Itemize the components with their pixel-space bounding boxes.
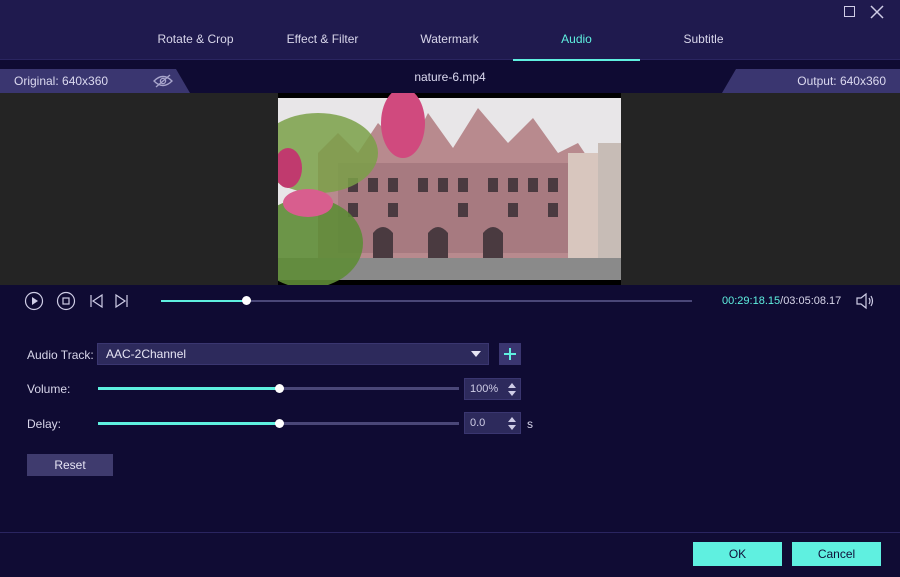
audio-track-value: AAC-2Channel — [106, 347, 187, 361]
tab-effect-filter[interactable]: Effect & Filter — [259, 0, 386, 60]
original-resolution-label: Original: 640x360 — [14, 74, 109, 88]
delay-decrease-icon[interactable] — [508, 425, 516, 430]
video-frame — [278, 93, 621, 285]
next-frame-icon[interactable] — [111, 291, 131, 311]
volume-decrease-icon[interactable] — [508, 391, 516, 396]
plus-icon — [504, 348, 516, 360]
delay-slider[interactable] — [98, 419, 459, 428]
tab-rotate-crop[interactable]: Rotate & Crop — [132, 0, 259, 60]
volume-slider-fill — [98, 387, 279, 390]
play-icon[interactable] — [24, 291, 44, 311]
tab-bar: Rotate & Crop Effect & Filter Watermark … — [0, 0, 900, 61]
output-resolution: Output: 640x360 — [722, 69, 900, 93]
delay-input[interactable] — [465, 413, 505, 433]
close-button[interactable] — [869, 4, 885, 20]
volume-label: Volume: — [27, 382, 71, 396]
tab-audio[interactable]: Audio — [513, 0, 640, 61]
delay-slider-fill — [98, 422, 279, 425]
chevron-down-icon — [471, 351, 481, 357]
volume-input[interactable] — [465, 379, 505, 399]
progress-handle[interactable] — [241, 296, 251, 305]
previous-frame-icon[interactable] — [87, 291, 107, 311]
volume-slider[interactable] — [98, 384, 459, 393]
video-preview — [0, 93, 900, 285]
volume-slider-handle[interactable] — [274, 384, 284, 393]
info-bar: nature-6.mp4 Original: 640x360 Output: 6… — [0, 69, 900, 93]
reset-button[interactable]: Reset — [27, 454, 113, 476]
stop-icon[interactable] — [56, 291, 76, 311]
delay-slider-handle[interactable] — [274, 419, 284, 428]
delay-increase-icon[interactable] — [508, 417, 516, 422]
time-display: 00:29:18.15/03:05:08.17 — [722, 295, 841, 307]
volume-icon[interactable] — [855, 292, 875, 310]
volume-increase-icon[interactable] — [508, 383, 516, 388]
delay-spinbox — [464, 412, 521, 434]
close-icon — [870, 5, 884, 19]
progress-bar[interactable] — [161, 296, 692, 305]
audio-editor-window: Rotate & Crop Effect & Filter Watermark … — [0, 0, 900, 577]
tab-watermark[interactable]: Watermark — [386, 0, 513, 60]
maximize-icon — [844, 6, 855, 17]
add-audio-track-button[interactable] — [499, 343, 521, 365]
audio-track-label: Audio Track: — [27, 348, 94, 362]
playback-controls: 00:29:18.15/03:05:08.17 — [0, 285, 900, 315]
audio-track-select[interactable]: AAC-2Channel — [97, 343, 489, 365]
delay-label: Delay: — [27, 417, 62, 431]
current-time: 00:29:18.15 — [722, 295, 781, 307]
total-time: 03:05:08.17 — [783, 295, 842, 307]
dialog-footer: OK Cancel — [0, 532, 900, 577]
edit-tabs: Rotate & Crop Effect & Filter Watermark … — [132, 0, 767, 61]
ok-button[interactable]: OK — [693, 542, 782, 566]
maximize-button[interactable] — [842, 4, 858, 20]
eye-hidden-icon[interactable] — [153, 74, 173, 88]
video-thumbnail-image — [278, 93, 621, 285]
volume-spinbox — [464, 378, 521, 400]
tab-subtitle[interactable]: Subtitle — [640, 0, 767, 60]
cancel-button[interactable]: Cancel — [792, 542, 881, 566]
progress-fill — [161, 300, 246, 302]
delay-unit: s — [527, 417, 533, 431]
